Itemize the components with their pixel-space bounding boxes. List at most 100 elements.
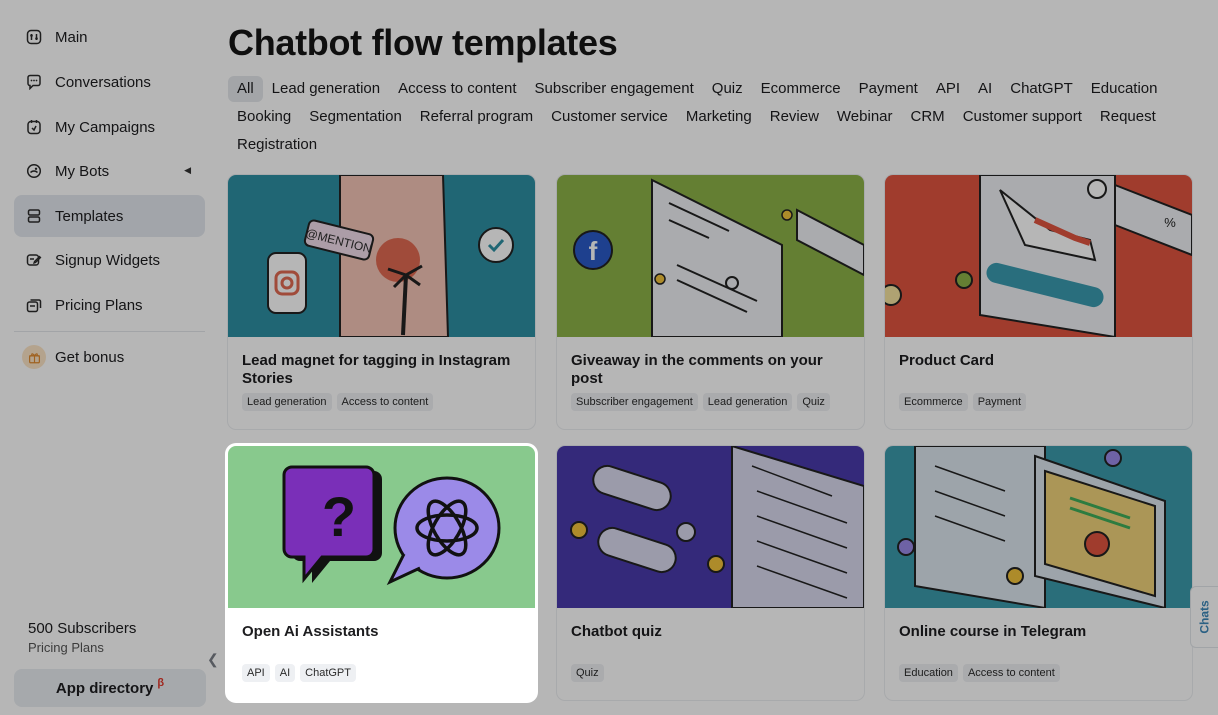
template-card-chatbot-quiz[interactable]: Chatbot quiz Quiz <box>557 446 864 700</box>
sidebar-item-conversations[interactable]: Conversations <box>14 61 205 103</box>
page-title: Chatbot flow templates <box>228 22 618 63</box>
gift-icon <box>22 345 46 369</box>
card-title: Chatbot quiz <box>571 623 662 640</box>
sidebar-item-label: Signup Widgets <box>55 251 161 269</box>
filter-subscriber-engagement[interactable]: Subscriber engagement <box>526 76 703 102</box>
card-tags: Quiz <box>571 664 604 682</box>
card-tags: Education Access to content <box>899 664 1060 682</box>
sidebar-item-label: Templates <box>55 207 124 225</box>
filter-access-to-content[interactable]: Access to content <box>389 76 525 102</box>
filter-marketing[interactable]: Marketing <box>677 104 761 130</box>
home-icon <box>26 29 42 45</box>
tag: Lead generation <box>242 393 332 411</box>
templates-icon <box>26 208 42 224</box>
tag: AI <box>274 664 296 682</box>
tag: Quiz <box>797 393 830 411</box>
card-tags: Ecommerce Payment <box>899 393 1027 411</box>
card-tags: Lead generation Access to content <box>242 393 434 411</box>
sidebar-item-pricing-plans[interactable]: Pricing Plans <box>14 284 205 326</box>
sidebar-item-label: My Campaigns <box>55 118 156 136</box>
sidebar-item-signup-widgets[interactable]: Signup Widgets <box>14 239 205 281</box>
template-card-open-ai-assistants[interactable]: ? Open Ai Assistants API AI ChatGPT <box>228 446 535 700</box>
sidebar-item-get-bonus[interactable]: Get bonus <box>14 336 205 378</box>
filter-request[interactable]: Request <box>1091 104 1165 130</box>
campaign-icon <box>26 119 42 135</box>
filter-api[interactable]: API <box>927 76 969 102</box>
chats-tab-label: Chats <box>1197 600 1212 634</box>
sidebar-item-main[interactable]: Main <box>14 16 205 58</box>
filter-payment[interactable]: Payment <box>850 76 927 102</box>
tag: Payment <box>972 393 1027 411</box>
beta-badge: β <box>157 677 165 689</box>
filter-booking[interactable]: Booking <box>228 104 300 130</box>
filter-customer-support[interactable]: Customer support <box>954 104 1091 130</box>
tag: API <box>242 664 270 682</box>
sidebar: Main Conversations My Campaigns My Bots … <box>0 0 220 715</box>
plan-link[interactable]: Pricing Plans <box>28 640 136 655</box>
svg-text:?: ? <box>322 485 356 548</box>
filter-quiz[interactable]: Quiz <box>703 76 752 102</box>
card-title: Online course in Telegram <box>899 623 1087 640</box>
chats-tab[interactable]: Chats <box>1190 586 1218 648</box>
filter-chatgpt[interactable]: ChatGPT <box>1001 76 1082 102</box>
card-illustration: f <box>557 175 864 337</box>
app-directory-label: App directory <box>55 679 154 697</box>
sidebar-divider <box>14 331 205 332</box>
filter-segmentation[interactable]: Segmentation <box>300 104 411 130</box>
get-bonus-label: Get bonus <box>55 348 125 366</box>
template-card-giveaway-comments[interactable]: f Giveaway in the comments on your post … <box>557 175 864 429</box>
sidebar-item-label: My Bots <box>55 162 110 180</box>
filter-review[interactable]: Review <box>761 104 828 130</box>
sidebar-item-label: Conversations <box>55 73 151 91</box>
sidebar-item-label: Pricing Plans <box>55 296 143 314</box>
tag: ChatGPT <box>300 664 356 682</box>
template-card-online-course-telegram[interactable]: Online course in Telegram Education Acce… <box>885 446 1192 700</box>
filter-referral-program[interactable]: Referral program <box>411 104 542 130</box>
tag: Ecommerce <box>899 393 968 411</box>
filter-customer-service[interactable]: Customer service <box>542 104 677 130</box>
filter-registration[interactable]: Registration <box>228 132 326 158</box>
template-card-instagram-lead-magnet[interactable]: @MENTION Lead magnet for tagging in Inst… <box>228 175 535 429</box>
tag: Access to content <box>336 393 434 411</box>
sidebar-item-my-bots[interactable]: My Bots ◀ <box>14 150 205 192</box>
sidebar-item-templates[interactable]: Templates <box>14 195 205 237</box>
card-illustration: ? <box>228 446 535 608</box>
card-title: Product Card <box>899 352 995 369</box>
filter-webinar[interactable]: Webinar <box>828 104 902 130</box>
percent-art-text: % <box>1164 215 1176 230</box>
filter-bar: All Lead generation Access to content Su… <box>228 76 1203 158</box>
card-title: Open Ai Assistants <box>242 623 379 640</box>
tag: Access to content <box>962 664 1060 682</box>
filter-all[interactable]: All <box>228 76 263 102</box>
sidebar-item-label: Main <box>55 28 88 46</box>
collapse-sidebar-icon[interactable]: ❮ <box>207 651 219 668</box>
filter-lead-generation[interactable]: Lead generation <box>263 76 389 102</box>
card-title: Lead magnet for tagging in Instagram Sto… <box>242 352 511 387</box>
tag: Education <box>899 664 958 682</box>
tag: Subscriber engagement <box>571 393 698 411</box>
card-tags: API AI ChatGPT <box>242 664 356 682</box>
tag: Quiz <box>571 664 604 682</box>
card-illustration <box>885 446 1192 608</box>
filter-ai[interactable]: AI <box>969 76 1001 102</box>
filter-ecommerce[interactable]: Ecommerce <box>752 76 850 102</box>
bot-icon <box>26 163 42 179</box>
subscriber-count: 500 Subscribers <box>28 620 137 637</box>
tag: Lead generation <box>702 393 793 411</box>
caret-left-icon[interactable]: ◀ <box>184 165 191 176</box>
chat-icon <box>26 74 42 90</box>
sidebar-item-my-campaigns[interactable]: My Campaigns <box>14 106 205 148</box>
filter-education[interactable]: Education <box>1082 76 1167 102</box>
widget-icon <box>26 252 42 268</box>
card-illustration <box>557 446 864 608</box>
svg-text:f: f <box>589 236 598 266</box>
card-illustration: % <box>885 175 1192 337</box>
subscriber-summary[interactable]: 500 Subscribers Pricing Plans <box>28 620 136 655</box>
app-directory-button[interactable]: App directory β <box>14 669 206 707</box>
card-tags: Subscriber engagement Lead generation Qu… <box>571 393 830 411</box>
pricing-icon <box>26 297 42 313</box>
template-card-product-card[interactable]: % Product Card Ecommerce Payment <box>885 175 1192 429</box>
card-title: Giveaway in the comments on your post <box>571 352 823 387</box>
card-illustration: @MENTION <box>228 175 535 337</box>
filter-crm[interactable]: CRM <box>902 104 954 130</box>
